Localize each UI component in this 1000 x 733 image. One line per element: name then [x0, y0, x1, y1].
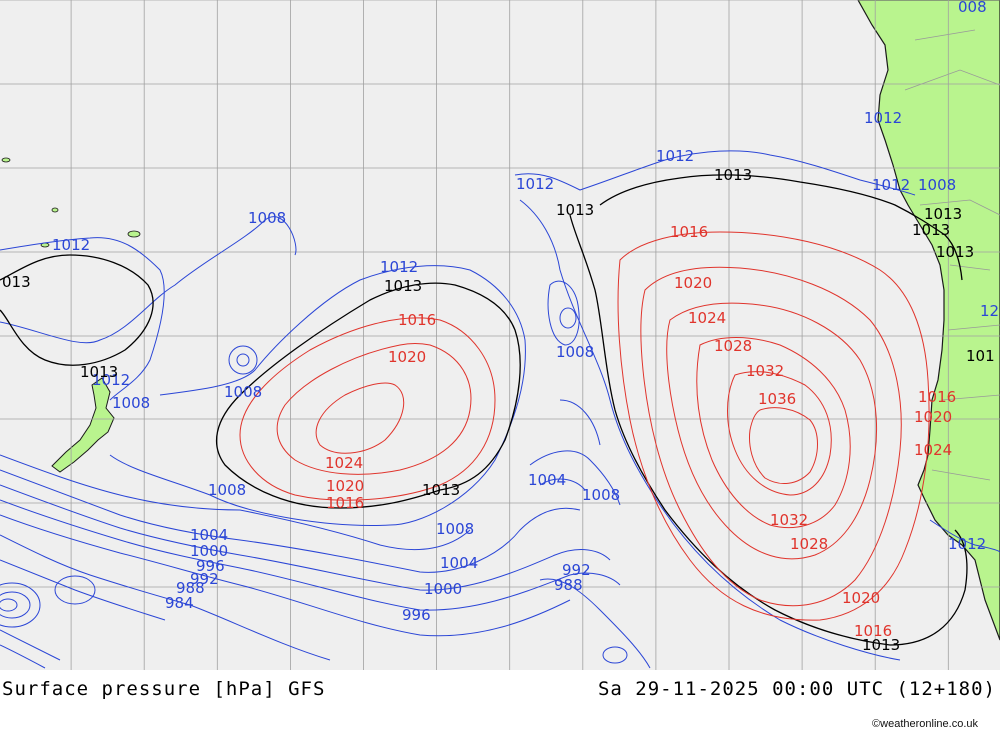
- isobar-label: 1020: [326, 477, 364, 495]
- isobar-label: 1004: [528, 471, 566, 489]
- isobar-label: 996: [402, 606, 431, 624]
- isobar-label: 1008: [248, 209, 286, 227]
- isobar-label: 1012: [864, 109, 902, 127]
- isobar-label: 008: [958, 0, 987, 16]
- isobar-label: 1024: [688, 309, 726, 327]
- isobar-label: 1008: [436, 520, 474, 538]
- isobar-label: 1024: [914, 441, 952, 459]
- isobar-label: 1013: [422, 481, 460, 499]
- isobar-label: 1012: [380, 258, 418, 276]
- isobar-label: 1020: [914, 408, 952, 426]
- isobar-label: 1024: [325, 454, 363, 472]
- isobar-label: 988: [554, 576, 583, 594]
- isobar-label: 12: [980, 302, 999, 320]
- isobar-label: 1008: [112, 394, 150, 412]
- isobar-label: 1008: [556, 343, 594, 361]
- isobar-label: 1013: [384, 277, 422, 295]
- map-footer: Surface pressure [hPa] GFS Sa 29-11-2025…: [0, 670, 1000, 733]
- isobar-label: 1016: [918, 388, 956, 406]
- isobar-label: 1032: [746, 362, 784, 380]
- isobar-label: 1008: [918, 176, 956, 194]
- credit-text: ©weatheronline.co.uk: [872, 718, 978, 730]
- isobar-label: 1013: [556, 201, 594, 219]
- isobar-label: 1036: [758, 390, 796, 408]
- map-canvas: 1008 1012 013 1012 1013 1008 1012 1013 1…: [0, 0, 1000, 670]
- isobar-label: 1020: [674, 274, 712, 292]
- isobar-label: 1012: [516, 175, 554, 193]
- isobar-label: 1013: [714, 166, 752, 184]
- isobar-label: 1020: [842, 589, 880, 607]
- isobar-label: 984: [165, 594, 194, 612]
- isobar-label: 1032: [770, 511, 808, 529]
- valid-time: Sa 29-11-2025 00:00 UTC (12+180): [597, 678, 996, 700]
- isobar-label: 101: [966, 347, 995, 365]
- isobar-label: 1016: [398, 311, 436, 329]
- isobar-label: 1016: [670, 223, 708, 241]
- sea-background: [0, 0, 1000, 670]
- isobar-label: 1016: [326, 494, 364, 512]
- isobar-label: 1012: [872, 176, 910, 194]
- isobar-label: 1008: [582, 486, 620, 504]
- isobar-label: 1013: [936, 243, 974, 261]
- isobar-label: 1008: [208, 481, 246, 499]
- isobar-label: 1013: [862, 636, 900, 654]
- isobar-label: 013: [2, 273, 31, 291]
- isobar-label: 1028: [790, 535, 828, 553]
- isobar-label: 1028: [714, 337, 752, 355]
- isobar-label: 1000: [424, 580, 462, 598]
- isobar-label: 1008: [224, 383, 262, 401]
- isobar-label: 1012: [52, 236, 90, 254]
- isobar-label: 1013: [80, 363, 118, 381]
- isobar-label: 1020: [388, 348, 426, 366]
- isobar-label: 1012: [656, 147, 694, 165]
- isobar-label: 1004: [440, 554, 478, 572]
- map-title: Surface pressure [hPa] GFS: [2, 678, 326, 700]
- pressure-map: 1008 1012 013 1012 1013 1008 1012 1013 1…: [0, 0, 1000, 670]
- isobar-label: 1012: [948, 535, 986, 553]
- isobar-label: 1013: [912, 221, 950, 239]
